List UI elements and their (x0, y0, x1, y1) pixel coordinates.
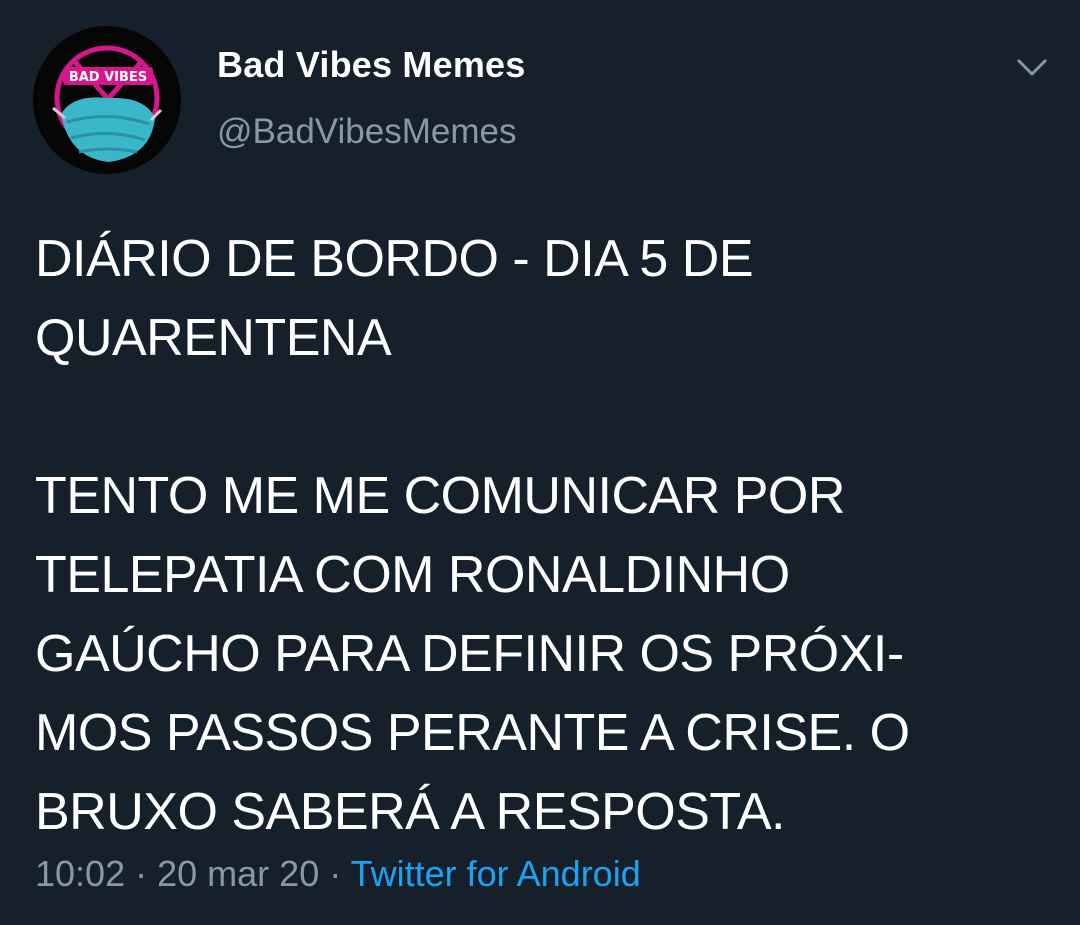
tweet-text-line: MOS PASSOS PERANTE A CRISE. O (35, 704, 910, 762)
author-display-name[interactable]: Bad Vibes Memes (217, 44, 525, 86)
tweet-text-line: GAÚCHO PARA DEFINIR OS PRÓXI- (35, 625, 904, 683)
chevron-down-icon[interactable] (1014, 52, 1050, 82)
tweet-text-line: BRUXO SABERÁ A RESPOSTA. (35, 783, 785, 841)
author-handle[interactable]: @BadVibesMemes (217, 112, 516, 152)
meta-separator: · (135, 853, 148, 894)
tweet-text-line: DIÁRIO DE BORDO - DIA 5 DE (35, 230, 754, 288)
tweet-text: DIÁRIO DE BORDO - DIA 5 DE QUARENTENA TE… (35, 220, 1045, 852)
tweet-text-line: TELEPATIA COM RONALDINHO (35, 546, 790, 604)
tweet-card: BAD VIBES Bad Vibes Memes @BadVibesMemes… (0, 0, 1080, 925)
avatar-image: BAD VIBES (33, 26, 181, 174)
tweet-date[interactable]: 20 mar 20 (157, 853, 319, 894)
avatar-logo-text: BAD VIBES (69, 70, 147, 85)
avatar[interactable]: BAD VIBES (33, 26, 181, 174)
meta-separator: · (329, 853, 342, 894)
tweet-text-line: TENTO ME ME COMUNICAR POR (35, 467, 845, 525)
tweet-source-link[interactable]: Twitter for Android (351, 853, 641, 894)
tweet-text-line: QUARENTENA (35, 309, 392, 367)
tweet-time[interactable]: 10:02 (35, 853, 125, 894)
tweet-metadata: 10:02 · 20 mar 20 · Twitter for Android (35, 853, 641, 895)
